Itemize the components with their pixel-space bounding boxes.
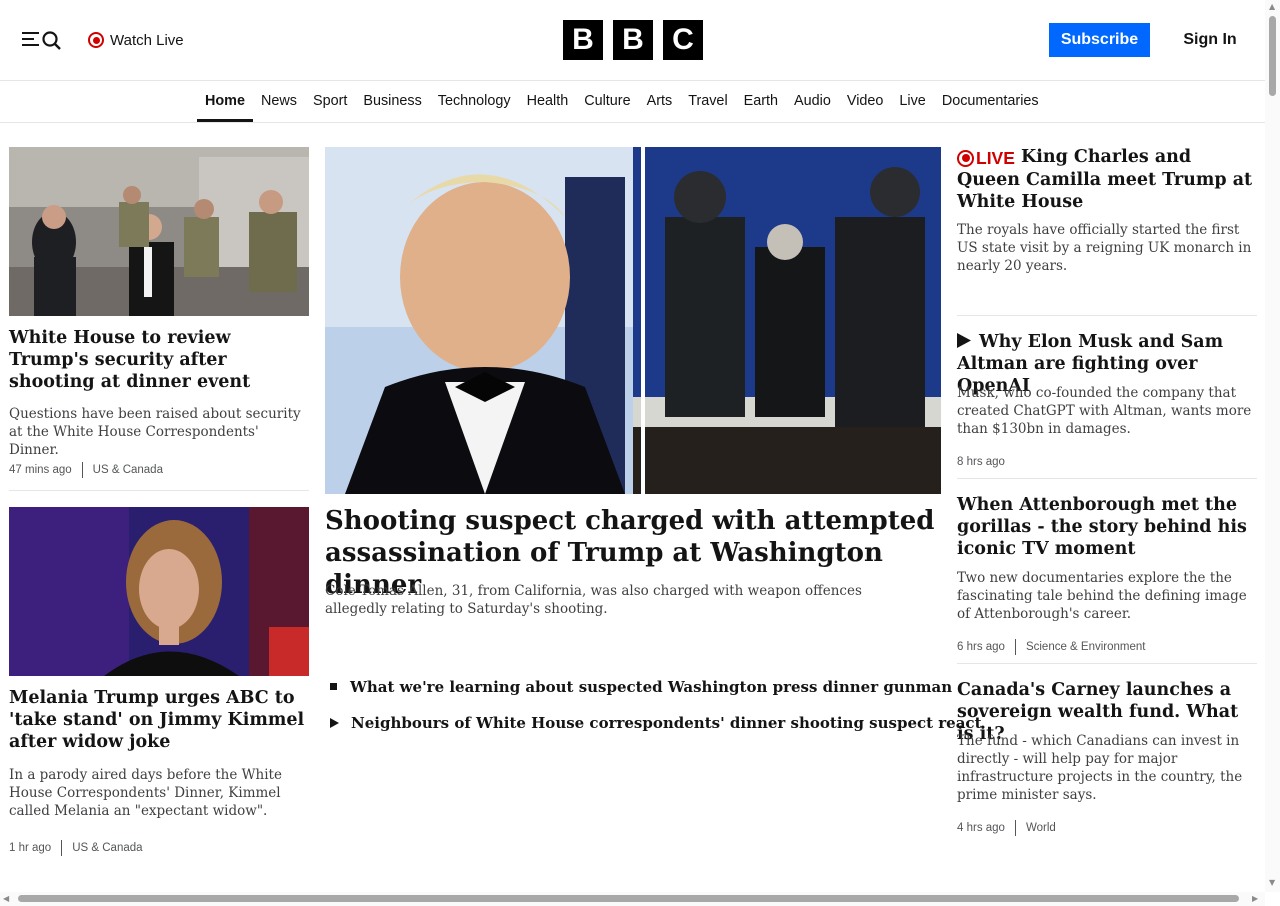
story-section-link[interactable]: World — [1026, 822, 1056, 834]
related-link-text: What we're learning about suspected Wash… — [350, 678, 953, 696]
story-image-melania[interactable] — [9, 507, 309, 676]
menu-search-button[interactable] — [22, 28, 62, 50]
meta-separator — [1014, 820, 1016, 836]
nav-item-documentaries[interactable]: Documentaries — [934, 81, 1047, 122]
live-label: LIVE — [976, 148, 1015, 168]
story-meta: 1 hr ago US & Canada — [9, 840, 143, 856]
story-section-link[interactable]: US & Canada — [72, 842, 142, 854]
divider — [9, 490, 309, 491]
story-headline[interactable]: White House to review Trump's security a… — [9, 327, 309, 393]
story-summary: In a parody aired days before the White … — [9, 767, 282, 819]
nav-item-audio[interactable]: Audio — [786, 81, 839, 122]
square-bullet-icon — [330, 683, 337, 690]
nav-item-live[interactable]: Live — [891, 81, 933, 122]
play-icon — [330, 718, 339, 728]
story-meta: 4 hrs ago World — [957, 820, 1056, 836]
play-icon — [957, 333, 971, 348]
divider — [957, 663, 1257, 664]
horizontal-scroll-thumb[interactable] — [18, 895, 1239, 902]
watch-live-link[interactable]: Watch Live — [88, 30, 184, 50]
story-summary: Musk, who co-founded the company that cr… — [957, 385, 1252, 437]
nav-item-business[interactable]: Business — [355, 81, 429, 122]
meta-separator — [61, 840, 63, 856]
sign-in-button[interactable]: Sign In — [1176, 23, 1244, 57]
related-link[interactable]: Neighbours of White House correspondents… — [330, 712, 982, 734]
related-link-text: Neighbours of White House correspondents… — [351, 714, 982, 732]
subscribe-button[interactable]: Subscribe — [1049, 23, 1150, 57]
story-headline[interactable]: LIVE King Charles and Queen Camilla meet… — [957, 146, 1257, 213]
nav-item-culture[interactable]: Culture — [576, 81, 638, 122]
divider — [957, 315, 1257, 316]
scroll-up-icon[interactable]: ▲ — [1269, 2, 1275, 11]
site-header: Watch Live B B C Subscribe Sign In — [0, 0, 1265, 81]
story-meta: 47 mins ago US & Canada — [9, 462, 163, 478]
logo-letter: B — [613, 20, 653, 60]
story-summary: The fund - which Canadians can invest in… — [957, 733, 1243, 803]
nav-item-video[interactable]: Video — [839, 81, 892, 122]
scroll-right-icon[interactable]: ▶ — [1252, 894, 1258, 903]
nav-item-sport[interactable]: Sport — [305, 81, 355, 122]
live-icon — [88, 32, 104, 48]
story-image-security[interactable] — [9, 147, 309, 316]
meta-separator — [81, 462, 83, 478]
nav-item-home[interactable]: Home — [197, 81, 253, 122]
logo-letter: B — [563, 20, 603, 60]
nav-item-health[interactable]: Health — [519, 81, 577, 122]
lead-story-image[interactable] — [325, 147, 941, 494]
nav-item-earth[interactable]: Earth — [736, 81, 786, 122]
nav-item-travel[interactable]: Travel — [680, 81, 735, 122]
story-section-link[interactable]: US & Canada — [93, 464, 163, 476]
story-timestamp: 1 hr ago — [9, 842, 52, 854]
menu-icon — [22, 31, 61, 50]
scroll-down-icon[interactable]: ▼ — [1269, 878, 1275, 887]
nav-items: Home News Sport Business Technology Heal… — [197, 81, 1047, 122]
vertical-scroll-thumb[interactable] — [1269, 16, 1276, 96]
story-summary: The royals have officially started the f… — [957, 222, 1252, 274]
meta-separator — [1014, 639, 1016, 655]
story-summary: Questions have been raised about securit… — [9, 406, 301, 458]
nav-item-news[interactable]: News — [253, 81, 305, 122]
logo-letter: C — [663, 20, 703, 60]
scroll-left-icon[interactable]: ◀ — [3, 894, 9, 903]
story-timestamp: 47 mins ago — [9, 464, 72, 476]
story-timestamp: 4 hrs ago — [957, 822, 1005, 834]
story-headline[interactable]: When Attenborough met the gorillas - the… — [957, 494, 1262, 560]
story-section-link[interactable]: Science & Environment — [1026, 641, 1146, 653]
story-meta: 8 hrs ago — [957, 454, 1005, 470]
nav-item-arts[interactable]: Arts — [639, 81, 681, 122]
watch-live-label: Watch Live — [110, 31, 184, 49]
related-link[interactable]: What we're learning about suspected Wash… — [330, 676, 952, 698]
story-headline[interactable]: Melania Trump urges ABC to 'take stand' … — [9, 687, 309, 753]
bbc-logo[interactable]: B B C — [563, 20, 703, 60]
lead-story-summary: Cole Tomas Allen, 31, from California, w… — [325, 583, 862, 617]
vertical-scrollbar[interactable]: ▲ ▼ — [1265, 0, 1280, 892]
main-nav: Home News Sport Business Technology Heal… — [0, 81, 1265, 123]
story-meta: 6 hrs ago Science & Environment — [957, 639, 1146, 655]
story-summary: Two new documentaries explore the the fa… — [957, 570, 1247, 622]
live-badge: LIVE — [957, 147, 1015, 169]
nav-item-technology[interactable]: Technology — [430, 81, 519, 122]
divider — [957, 478, 1257, 479]
story-timestamp: 6 hrs ago — [957, 641, 1005, 653]
horizontal-scrollbar[interactable]: ◀ ▶ — [0, 892, 1265, 906]
live-icon — [957, 149, 974, 167]
story-timestamp: 8 hrs ago — [957, 456, 1005, 468]
